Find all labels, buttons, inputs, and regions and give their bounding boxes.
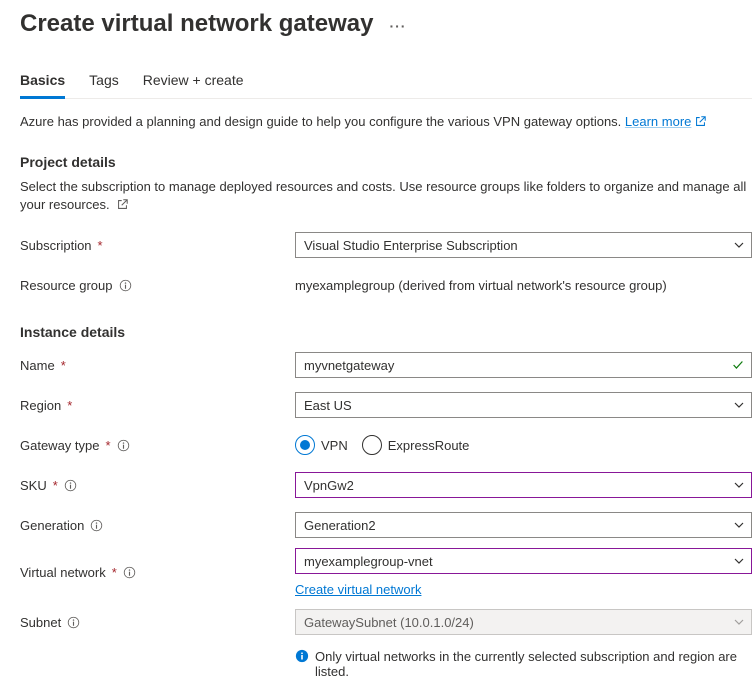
generation-label: Generation: [20, 518, 295, 533]
tab-review-create[interactable]: Review + create: [143, 66, 244, 98]
virtual-network-select[interactable]: myexamplegroup-vnet: [295, 548, 752, 574]
gateway-type-vpn-label: VPN: [321, 438, 348, 453]
info-icon[interactable]: [64, 479, 77, 492]
intro-text: Azure has provided a planning and design…: [20, 113, 752, 132]
gateway-type-expressroute-label: ExpressRoute: [388, 438, 470, 453]
check-icon: [731, 358, 745, 372]
subscription-select[interactable]: Visual Studio Enterprise Subscription: [295, 232, 752, 258]
chevron-down-icon: [733, 479, 745, 491]
page-title: Create virtual network gateway ···: [20, 10, 752, 38]
subscription-label: Subscription*: [20, 238, 295, 253]
info-icon[interactable]: [123, 566, 136, 579]
generation-value: Generation2: [304, 518, 376, 533]
chevron-down-icon: [733, 239, 745, 251]
external-link-icon[interactable]: [117, 199, 128, 210]
project-details-description: Select the subscription to manage deploy…: [20, 178, 752, 214]
region-select[interactable]: East US: [295, 392, 752, 418]
learn-more-link[interactable]: Learn more: [625, 114, 706, 129]
tabs-bar: Basics Tags Review + create: [20, 66, 752, 99]
gateway-type-expressroute-radio[interactable]: ExpressRoute: [362, 435, 470, 455]
vnet-note-text: Only virtual networks in the currently s…: [315, 649, 752, 679]
learn-more-label: Learn more: [625, 114, 691, 129]
name-value: myvnetgateway: [304, 358, 394, 373]
gateway-type-vpn-radio[interactable]: VPN: [295, 435, 348, 455]
name-input[interactable]: myvnetgateway: [295, 352, 752, 378]
resource-group-label: Resource group: [20, 278, 295, 293]
more-actions-icon[interactable]: ···: [389, 18, 406, 34]
info-icon[interactable]: [119, 279, 132, 292]
chevron-down-icon: [733, 616, 745, 628]
sku-value: VpnGw2: [304, 478, 354, 493]
chevron-down-icon: [733, 519, 745, 531]
info-icon[interactable]: [90, 519, 103, 532]
chevron-down-icon: [733, 555, 745, 567]
region-label: Region*: [20, 398, 295, 413]
sku-label: SKU*: [20, 478, 295, 493]
subscription-value: Visual Studio Enterprise Subscription: [304, 238, 518, 253]
vnet-note: Only virtual networks in the currently s…: [20, 649, 752, 679]
sku-select[interactable]: VpnGw2: [295, 472, 752, 498]
intro-text-content: Azure has provided a planning and design…: [20, 114, 625, 129]
page-title-text: Create virtual network gateway: [20, 10, 373, 38]
virtual-network-label: Virtual network*: [20, 565, 295, 580]
virtual-network-value: myexamplegroup-vnet: [304, 554, 433, 569]
tab-basics[interactable]: Basics: [20, 66, 65, 99]
chevron-down-icon: [733, 399, 745, 411]
subnet-label: Subnet: [20, 615, 295, 630]
gateway-type-label: Gateway type*: [20, 438, 295, 453]
external-link-icon: [695, 116, 706, 127]
create-virtual-network-link[interactable]: Create virtual network: [295, 582, 752, 597]
instance-details-heading: Instance details: [20, 324, 752, 340]
resource-group-value: myexamplegroup (derived from virtual net…: [295, 278, 667, 293]
info-icon[interactable]: [67, 616, 80, 629]
info-icon[interactable]: [117, 439, 130, 452]
subnet-value: GatewaySubnet (10.0.1.0/24): [304, 615, 474, 630]
project-details-heading: Project details: [20, 154, 752, 170]
tab-tags[interactable]: Tags: [89, 66, 119, 98]
region-value: East US: [304, 398, 352, 413]
generation-select[interactable]: Generation2: [295, 512, 752, 538]
name-label: Name*: [20, 358, 295, 373]
subnet-select: GatewaySubnet (10.0.1.0/24): [295, 609, 752, 635]
info-solid-icon: [295, 649, 309, 663]
project-details-description-text: Select the subscription to manage deploy…: [20, 179, 746, 212]
